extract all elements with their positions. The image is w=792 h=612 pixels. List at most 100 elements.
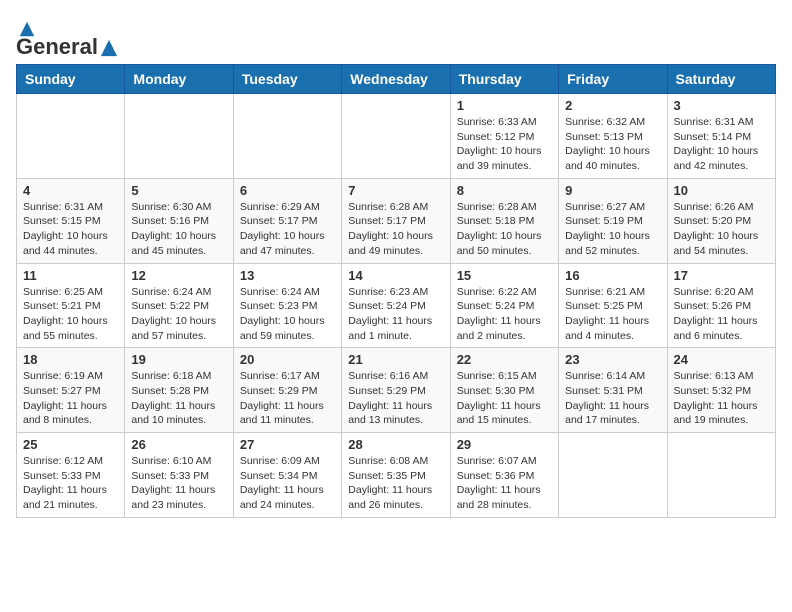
day-info: Sunrise: 6:33 AM Sunset: 5:12 PM Dayligh… [457, 115, 552, 174]
day-number: 28 [348, 437, 443, 452]
calendar-cell: 17 Sunrise: 6:20 AM Sunset: 5:26 PM Dayli… [667, 263, 775, 348]
day-info: Sunrise: 6:24 AM Sunset: 5:22 PM Dayligh… [131, 285, 226, 344]
day-info: Sunrise: 6:32 AM Sunset: 5:13 PM Dayligh… [565, 115, 660, 174]
day-number: 22 [457, 352, 552, 367]
calendar-cell [233, 94, 341, 179]
day-of-week-header: Sunday [17, 65, 125, 94]
day-info: Sunrise: 6:12 AM Sunset: 5:33 PM Dayligh… [23, 454, 118, 513]
day-number: 9 [565, 183, 660, 198]
calendar-week-row: 11 Sunrise: 6:25 AM Sunset: 5:21 PM Dayli… [17, 263, 776, 348]
calendar-cell [125, 94, 233, 179]
calendar-cell: 9 Sunrise: 6:27 AM Sunset: 5:19 PM Daylig… [559, 178, 667, 263]
day-info: Sunrise: 6:29 AM Sunset: 5:17 PM Dayligh… [240, 200, 335, 259]
day-info: Sunrise: 6:09 AM Sunset: 5:34 PM Dayligh… [240, 454, 335, 513]
calendar-table: SundayMondayTuesdayWednesdayThursdayFrid… [16, 64, 776, 518]
calendar-week-row: 1Sunrise: 6:33 AM Sunset: 5:12 PM Daylig… [17, 94, 776, 179]
day-number: 25 [23, 437, 118, 452]
calendar-cell: 21 Sunrise: 6:16 AM Sunset: 5:29 PM Dayli… [342, 348, 450, 433]
day-of-week-header: Thursday [450, 65, 558, 94]
day-info: Sunrise: 6:10 AM Sunset: 5:33 PM Dayligh… [131, 454, 226, 513]
calendar-cell: 1Sunrise: 6:33 AM Sunset: 5:12 PM Daylig… [450, 94, 558, 179]
day-number: 13 [240, 268, 335, 283]
logo: General [16, 16, 120, 56]
calendar-cell: 29 Sunrise: 6:07 AM Sunset: 5:36 PM Dayli… [450, 433, 558, 518]
calendar-cell [667, 433, 775, 518]
day-info: Sunrise: 6:22 AM Sunset: 5:24 PM Dayligh… [457, 285, 552, 344]
day-info: Sunrise: 6:30 AM Sunset: 5:16 PM Dayligh… [131, 200, 226, 259]
day-number: 10 [674, 183, 769, 198]
day-number: 7 [348, 183, 443, 198]
calendar-cell: 12 Sunrise: 6:24 AM Sunset: 5:22 PM Dayli… [125, 263, 233, 348]
calendar-cell: 14 Sunrise: 6:23 AM Sunset: 5:24 PM Dayli… [342, 263, 450, 348]
day-number: 19 [131, 352, 226, 367]
day-info: Sunrise: 6:16 AM Sunset: 5:29 PM Dayligh… [348, 369, 443, 428]
calendar-cell: 28Sunrise: 6:08 AM Sunset: 5:35 PM Dayli… [342, 433, 450, 518]
calendar-cell: 22 Sunrise: 6:15 AM Sunset: 5:30 PM Dayli… [450, 348, 558, 433]
day-info: Sunrise: 6:14 AM Sunset: 5:31 PM Dayligh… [565, 369, 660, 428]
logo-general-line2: General [16, 34, 98, 59]
calendar-cell [342, 94, 450, 179]
day-info: Sunrise: 6:13 AM Sunset: 5:32 PM Dayligh… [674, 369, 769, 428]
day-info: Sunrise: 6:26 AM Sunset: 5:20 PM Dayligh… [674, 200, 769, 259]
page-header: General [16, 16, 776, 56]
day-info: Sunrise: 6:07 AM Sunset: 5:36 PM Dayligh… [457, 454, 552, 513]
day-info: Sunrise: 6:24 AM Sunset: 5:23 PM Dayligh… [240, 285, 335, 344]
day-info: Sunrise: 6:19 AM Sunset: 5:27 PM Dayligh… [23, 369, 118, 428]
day-info: Sunrise: 6:31 AM Sunset: 5:14 PM Dayligh… [674, 115, 769, 174]
calendar-cell: 2 Sunrise: 6:32 AM Sunset: 5:13 PM Daylig… [559, 94, 667, 179]
day-number: 26 [131, 437, 226, 452]
day-number: 2 [565, 98, 660, 113]
day-of-week-header: Tuesday [233, 65, 341, 94]
day-number: 3 [674, 98, 769, 113]
day-info: Sunrise: 6:15 AM Sunset: 5:30 PM Dayligh… [457, 369, 552, 428]
calendar-cell [17, 94, 125, 179]
calendar-cell [559, 433, 667, 518]
calendar-cell: 11 Sunrise: 6:25 AM Sunset: 5:21 PM Dayli… [17, 263, 125, 348]
calendar-cell: 24 Sunrise: 6:13 AM Sunset: 5:32 PM Dayli… [667, 348, 775, 433]
calendar-cell: 6 Sunrise: 6:29 AM Sunset: 5:17 PM Daylig… [233, 178, 341, 263]
day-info: Sunrise: 6:25 AM Sunset: 5:21 PM Dayligh… [23, 285, 118, 344]
day-info: Sunrise: 6:23 AM Sunset: 5:24 PM Dayligh… [348, 285, 443, 344]
day-of-week-header: Wednesday [342, 65, 450, 94]
day-number: 11 [23, 268, 118, 283]
day-info: Sunrise: 6:31 AM Sunset: 5:15 PM Dayligh… [23, 200, 118, 259]
calendar-cell: 15 Sunrise: 6:22 AM Sunset: 5:24 PM Dayli… [450, 263, 558, 348]
day-number: 15 [457, 268, 552, 283]
calendar-cell: 26 Sunrise: 6:10 AM Sunset: 5:33 PM Dayli… [125, 433, 233, 518]
day-info: Sunrise: 6:21 AM Sunset: 5:25 PM Dayligh… [565, 285, 660, 344]
calendar-cell: 7 Sunrise: 6:28 AM Sunset: 5:17 PM Daylig… [342, 178, 450, 263]
day-info: Sunrise: 6:27 AM Sunset: 5:19 PM Dayligh… [565, 200, 660, 259]
day-info: Sunrise: 6:17 AM Sunset: 5:29 PM Dayligh… [240, 369, 335, 428]
day-number: 27 [240, 437, 335, 452]
day-number: 21 [348, 352, 443, 367]
calendar-cell: 10 Sunrise: 6:26 AM Sunset: 5:20 PM Dayli… [667, 178, 775, 263]
day-number: 29 [457, 437, 552, 452]
day-number: 23 [565, 352, 660, 367]
day-number: 16 [565, 268, 660, 283]
day-number: 14 [348, 268, 443, 283]
day-of-week-header: Friday [559, 65, 667, 94]
calendar-cell: 13 Sunrise: 6:24 AM Sunset: 5:23 PM Dayli… [233, 263, 341, 348]
day-number: 8 [457, 183, 552, 198]
day-number: 17 [674, 268, 769, 283]
day-number: 18 [23, 352, 118, 367]
calendar-cell: 20 Sunrise: 6:17 AM Sunset: 5:29 PM Dayli… [233, 348, 341, 433]
day-info: Sunrise: 6:20 AM Sunset: 5:26 PM Dayligh… [674, 285, 769, 344]
calendar-cell: 25 Sunrise: 6:12 AM Sunset: 5:33 PM Dayli… [17, 433, 125, 518]
day-number: 12 [131, 268, 226, 283]
day-number: 6 [240, 183, 335, 198]
calendar-header-row: SundayMondayTuesdayWednesdayThursdayFrid… [17, 65, 776, 94]
day-number: 20 [240, 352, 335, 367]
calendar-week-row: 4 Sunrise: 6:31 AM Sunset: 5:15 PM Daylig… [17, 178, 776, 263]
day-number: 5 [131, 183, 226, 198]
calendar-cell: 4 Sunrise: 6:31 AM Sunset: 5:15 PM Daylig… [17, 178, 125, 263]
day-number: 24 [674, 352, 769, 367]
day-of-week-header: Monday [125, 65, 233, 94]
day-info: Sunrise: 6:28 AM Sunset: 5:17 PM Dayligh… [348, 200, 443, 259]
calendar-cell: 23 Sunrise: 6:14 AM Sunset: 5:31 PM Dayli… [559, 348, 667, 433]
calendar-cell: 5 Sunrise: 6:30 AM Sunset: 5:16 PM Daylig… [125, 178, 233, 263]
day-number: 4 [23, 183, 118, 198]
calendar-cell: 18 Sunrise: 6:19 AM Sunset: 5:27 PM Dayli… [17, 348, 125, 433]
day-info: Sunrise: 6:28 AM Sunset: 5:18 PM Dayligh… [457, 200, 552, 259]
calendar-week-row: 25 Sunrise: 6:12 AM Sunset: 5:33 PM Dayli… [17, 433, 776, 518]
